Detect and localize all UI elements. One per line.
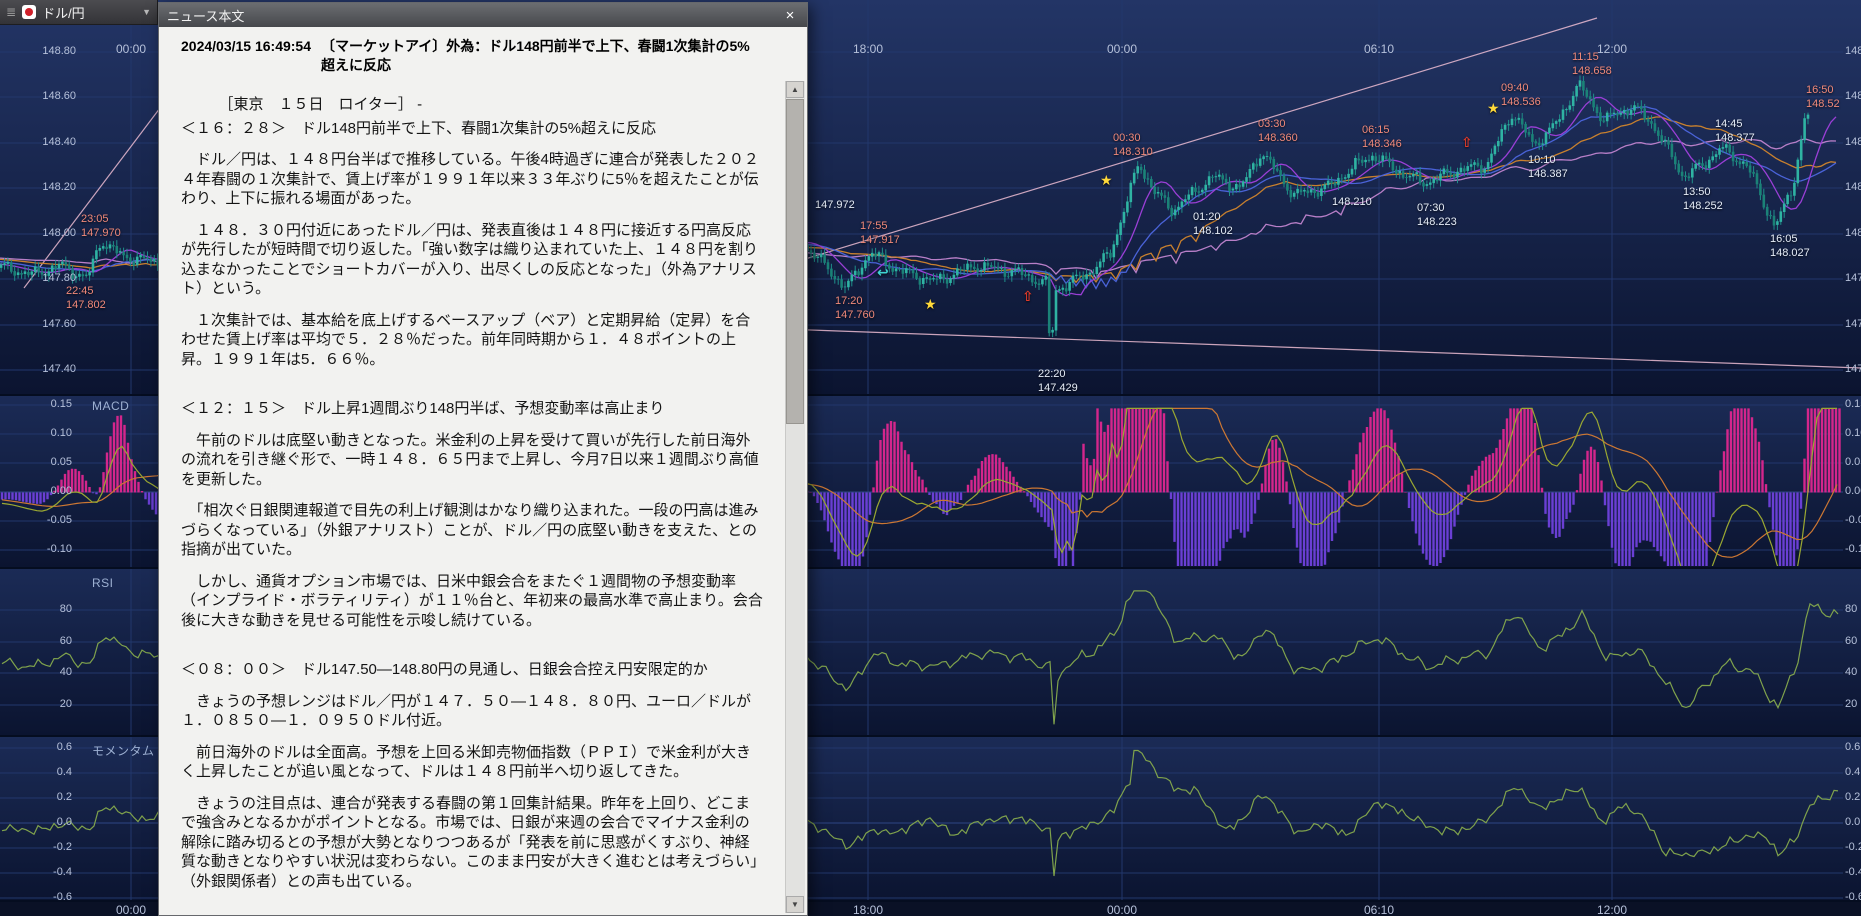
news-intro: ［東京 １５日 ロイター］ - [181, 95, 763, 115]
close-icon[interactable]: × [781, 7, 799, 24]
article-headline: 〔マーケットアイ〕外為：ドル148円前半で上下、春闘1次集計の5%超えに反応 [321, 37, 761, 75]
trading-app-root: 148.80148.80148.60148.60148.40148.40148.… [0, 0, 1861, 916]
news-article: 2024/03/15 16:49:54 〔マーケットアイ〕外為：ドル148円前半… [159, 27, 807, 915]
scrollbar[interactable]: ▲ ▼ [785, 81, 805, 913]
modal-titlebar[interactable]: ニュース本文 × [159, 3, 807, 27]
article-header: 2024/03/15 16:49:54 〔マーケットアイ〕外為：ドル148円前半… [159, 27, 807, 77]
news-para: １次集計では、基本給を底上げするベースアップ（ベア）と定期昇給（定昇）を合わせた… [181, 311, 763, 370]
news-para: しかし、通貨オプション市場では、日米中銀会合をまたぐ１週間物の予想変動率（インプ… [181, 572, 763, 631]
scroll-down-button[interactable]: ▼ [786, 896, 804, 913]
news-para: きょうの予想レンジはドル／円が１４７．５０―１４８．８０円、ユーロ／ドルが１．０… [181, 692, 763, 731]
currency-pair-flag-icon [22, 5, 36, 19]
scroll-up-button[interactable]: ▲ [786, 81, 804, 98]
article-timestamp: 2024/03/15 16:49:54 [181, 37, 311, 56]
news-section: ＜１２：１５＞ ドル上昇1週間ぶり148円半ば、予想変動率は高止まり [181, 399, 763, 419]
menu-icon[interactable]: ≣ [6, 5, 16, 19]
news-modal: ニュース本文 × 2024/03/15 16:49:54 〔マーケットアイ〕外為… [158, 2, 808, 916]
news-section: ＜１６：２８＞ ドル148円前半で上下、春闘1次集計の5%超えに反応 [181, 119, 763, 139]
news-para: きょうの注目点は、連合が発表する春闘の第１回集計結果。昨年を上回り、どこまで強含… [181, 794, 763, 892]
modal-title: ニュース本文 [167, 6, 244, 25]
instrument-selector-bar[interactable]: ≣ ドル/円 ▼ [0, 0, 158, 25]
news-para: ドル／円は、１４８円台半ばで推移している。午後4時過ぎに連合が発表した２０２４年… [181, 150, 763, 209]
news-para: 午前のドルは底堅い動きとなった。米金利の上昇を受けて買いが先行した前日海外の流れ… [181, 431, 763, 490]
news-para: １４８．３０円付近にあったドル／円は、発表直後は１４８円に接近する円高反応が先行… [181, 221, 763, 299]
instrument-pair-label: ドル/円 [42, 3, 85, 22]
news-section: ＜０８：００＞ ドル147.50―148.80円の見通し、日銀会合控え円安限定的… [181, 660, 763, 680]
scrollbar-thumb[interactable] [786, 99, 804, 424]
news-para: 「相次ぐ日銀関連報道で目先の利上げ観測はかなり織り込まれた。一段の円高は進みづら… [181, 501, 763, 560]
chevron-down-icon[interactable]: ▼ [142, 7, 151, 17]
news-para: 前日海外のドルは全面高。予想を上回る米卸売物価指数（ＰＰＩ）で米金利が大きく上昇… [181, 743, 763, 782]
article-body: ［東京 １５日 ロイター］ - ＜１６：２８＞ ドル148円前半で上下、春闘1次集… [159, 77, 807, 891]
